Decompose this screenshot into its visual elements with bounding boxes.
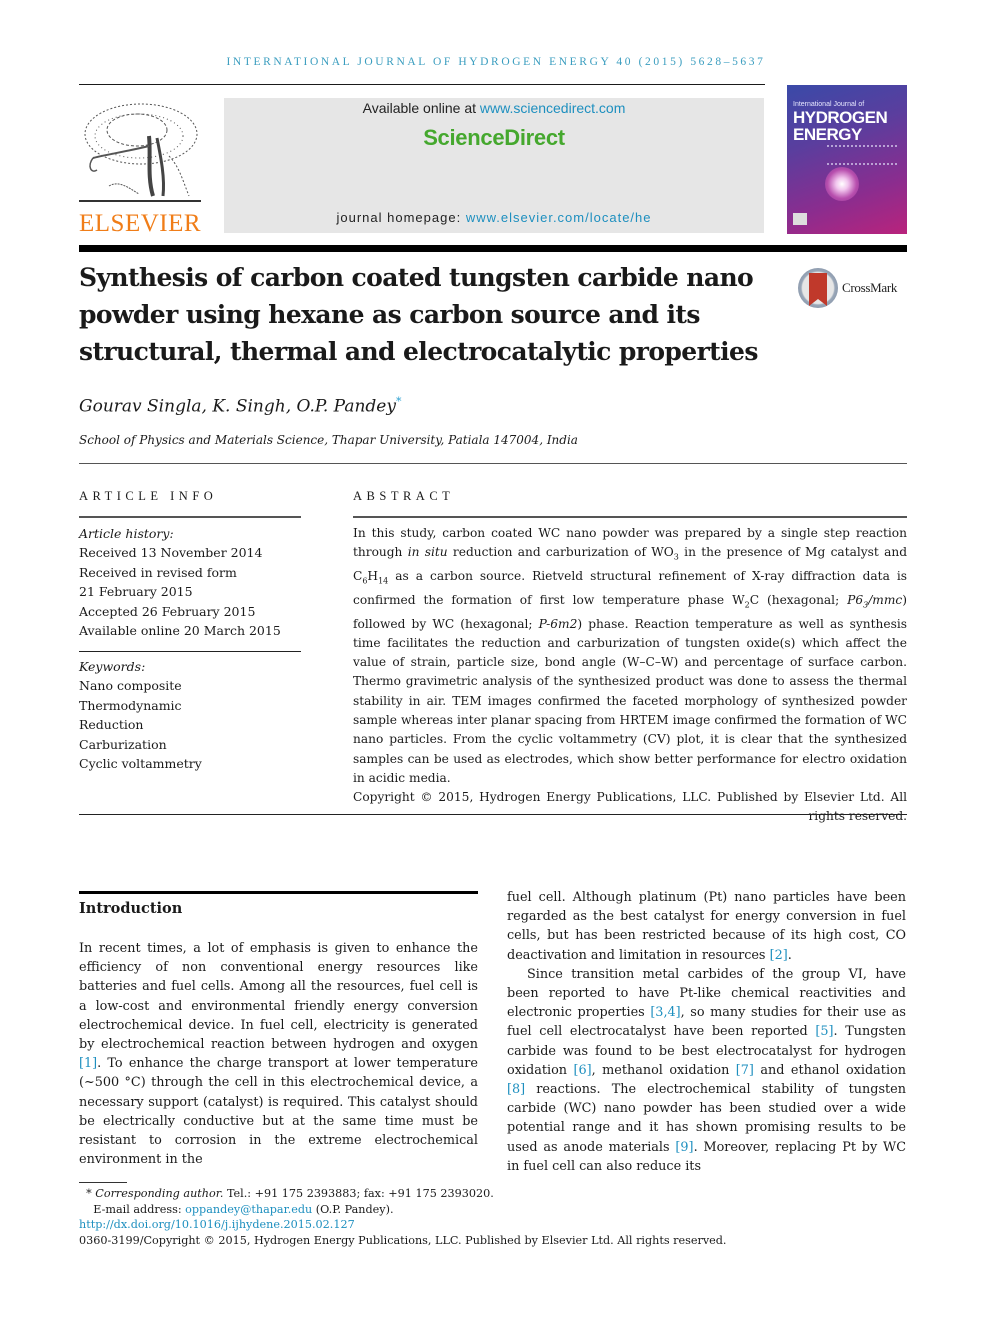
keywords: Keywords: Nano composite Thermodynamic R… [79,657,309,773]
available-online-line: Available online at www.sciencedirect.co… [224,100,764,116]
cover-title-line2: ENERGY [793,125,862,144]
abstract-copyright: Copyright © 2015, Hydrogen Energy Public… [353,790,907,824]
section-divider [79,463,907,464]
keyword-item: Reduction [79,717,144,733]
crossmark-label: CrossMark [842,280,898,295]
abstract-rule [353,516,907,518]
keyword-item: Cyclic voltammetry [79,756,202,772]
abstract-body: In this study, carbon coated WC nano pow… [353,524,907,827]
corresponding-author-note: * Corresponding author. Tel.: +91 175 23… [86,1187,494,1200]
paragraph: Since transition metal carbides of the g… [507,966,906,1174]
keywords-label: Keywords: [79,659,146,674]
reference-link[interactable]: [8] [507,1082,525,1097]
article-history: Article history: Received 13 November 20… [79,524,309,640]
abstract-heading: ABSTRACT [353,489,455,503]
header-thick-rule [79,245,907,252]
journal-homepage-label: journal homepage: [336,210,466,225]
history-item: 21 February 2015 [79,584,193,600]
reference-link[interactable]: [3,4] [650,1005,680,1020]
paragraph: fuel cell. Although platinum (Pt) nano p… [507,890,906,963]
header-top-rule [79,84,765,85]
footnotes: * Corresponding author. Tel.: +91 175 23… [79,1186,779,1248]
reference-link[interactable]: [1] [79,1056,97,1071]
cover-orb-graphic [825,167,859,201]
cover-editor-lines [827,145,897,165]
reference-link[interactable]: [5] [815,1024,833,1039]
sciencedirect-logo[interactable]: ScienceDirect [224,125,764,151]
authors-text: Gourav Singla, K. Singh, O.P. Pandey [79,396,396,417]
author-list: Gourav Singla, K. Singh, O.P. Pandey* [79,395,401,417]
history-item: Available online 20 March 2015 [79,623,281,639]
doi-link[interactable]: http://dx.doi.org/10.1016/j.ijhydene.201… [79,1218,355,1231]
keyword-item: Nano composite [79,678,182,694]
keywords-rule [79,651,301,652]
running-head: INTERNATIONAL JOURNAL OF HYDROGEN ENERGY… [226,56,766,68]
sciencedirect-link[interactable]: www.sciencedirect.com [480,100,626,116]
affiliation: School of Physics and Materials Science,… [79,433,578,447]
crossmark-icon [798,268,838,308]
journal-cover-image[interactable]: International Journal of HYDROGEN ENERGY [787,85,907,234]
footnote-rule [79,1182,127,1183]
keyword-item: Thermodynamic [79,697,182,713]
keyword-item: Carburization [79,736,167,752]
article-info-rule [79,516,301,518]
history-item: Accepted 26 February 2015 [79,603,256,619]
history-item: Received in revised form [79,564,237,580]
journal-homepage-link[interactable]: www.elsevier.com/locate/he [466,210,652,225]
introduction-left-column: In recent times, a lot of emphasis is gi… [79,939,478,1169]
article-title: Synthesis of carbon coated tungsten carb… [79,263,758,366]
cover-small-title: International Journal of [793,101,865,108]
cover-title: HYDROGEN ENERGY [793,108,888,144]
introduction-heading: Introduction [79,900,183,917]
paragraph: In recent times, a lot of emphasis is gi… [79,941,478,1168]
introduction-right-column: fuel cell. Although platinum (Pt) nano p… [507,888,906,1176]
reference-link[interactable]: [7] [736,1063,754,1078]
email-link[interactable]: oppandey@thapar.edu [185,1203,312,1216]
elsevier-tree-icon [79,103,201,202]
cover-publisher-mark [793,213,807,225]
corresponding-author-mark[interactable]: * [396,395,402,408]
crossmark-badge[interactable]: CrossMark [798,268,908,310]
introduction-rule [79,891,478,894]
abstract-text: In this study, carbon coated WC nano pow… [353,526,908,785]
article-info-heading: ARTICLE INFO [79,489,218,503]
reference-link[interactable]: [6] [573,1063,591,1078]
journal-homepage-line: journal homepage: www.elsevier.com/locat… [224,210,764,225]
available-online-label: Available online at [362,100,480,116]
issn-copyright: 0360-3199/Copyright © 2015, Hydrogen Ene… [79,1233,727,1247]
reference-link[interactable]: [9] [675,1140,693,1155]
history-item: Received 13 November 2014 [79,545,263,561]
elsevier-wordmark: ELSEVIER [79,210,202,237]
reference-link[interactable]: [2] [770,948,788,963]
abstract-end-rule [79,814,907,815]
email-note: E-mail address: oppandey@thapar.edu (O.P… [93,1202,394,1216]
article-history-label: Article history: [79,526,174,541]
cover-title-line1: HYDROGEN [793,108,888,127]
